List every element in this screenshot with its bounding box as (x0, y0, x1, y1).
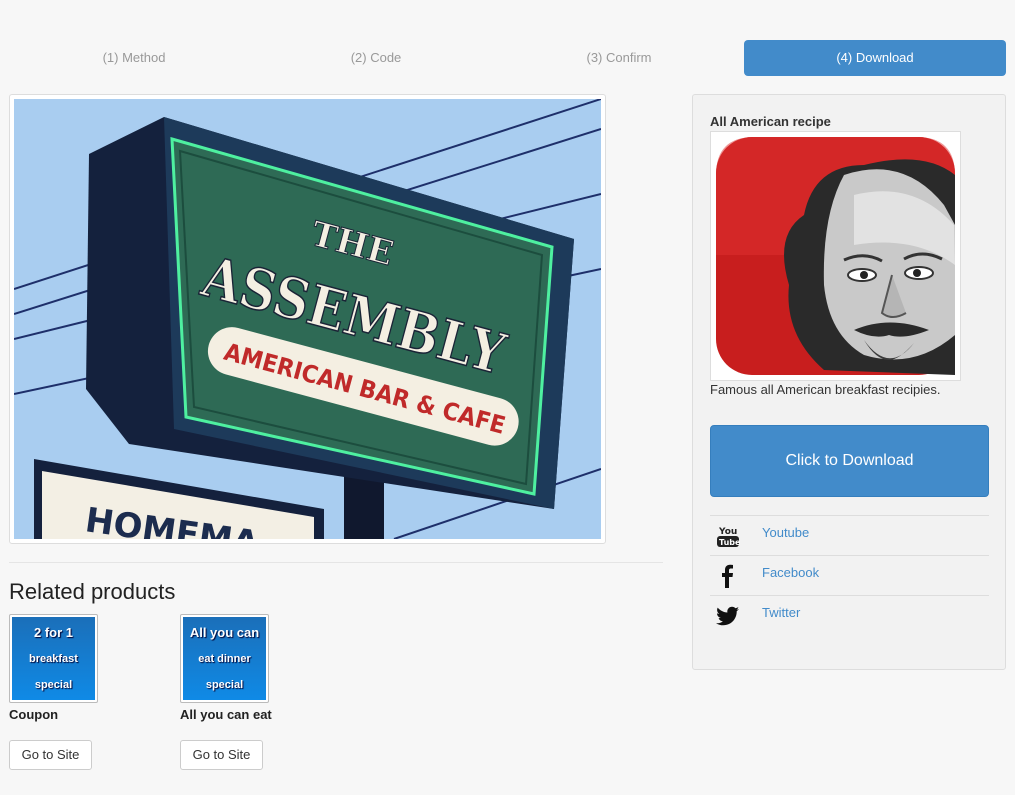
sign-photo: HOMEMA THE ASSEMBLY AMERICAN BAR & CAFE (14, 99, 601, 539)
facebook-icon (722, 564, 733, 588)
recipe-description: Famous all American breakfast recipies. (710, 382, 941, 397)
thumb-line: eat dinner (198, 652, 251, 665)
recipe-image (710, 131, 961, 381)
social-link-twitter[interactable]: Twitter (710, 595, 989, 635)
social-label[interactable]: Facebook (762, 565, 819, 580)
product-name: All you can eat (180, 707, 272, 722)
social-label[interactable]: Youtube (762, 525, 809, 540)
social-link-youtube[interactable]: You Tube Youtube (710, 515, 989, 555)
product-thumbnail[interactable]: All you can eat dinner special (180, 614, 269, 703)
related-products-heading: Related products (9, 579, 176, 604)
step-download[interactable]: (4) Download (744, 40, 1006, 76)
click-to-download-button[interactable]: Click to Download (710, 425, 989, 497)
product-name: Coupon (9, 707, 59, 722)
step-method[interactable]: (1) Method (60, 40, 208, 76)
step-confirm[interactable]: (3) Confirm (545, 40, 693, 76)
thumb-line: special (205, 678, 244, 691)
thumb-line: 2 for 1 (33, 624, 73, 640)
section-divider (9, 562, 663, 563)
shakespeare-portrait (716, 137, 955, 375)
twitter-icon (716, 606, 739, 626)
go-to-site-button[interactable]: Go to Site (9, 740, 92, 770)
go-to-site-button[interactable]: Go to Site (180, 740, 263, 770)
download-sidebar: All American recipe Famous all American … (692, 94, 1006, 670)
social-link-facebook[interactable]: Facebook (710, 555, 989, 595)
svg-text:You: You (718, 527, 737, 537)
step-code[interactable]: (2) Code (302, 40, 450, 76)
product-thumbnail[interactable]: 2 for 1 breakfast special (9, 614, 98, 703)
recipe-title: All American recipe (710, 114, 831, 129)
youtube-icon: You Tube (717, 527, 740, 547)
thumb-line: breakfast (29, 652, 78, 665)
main-product-image: HOMEMA THE ASSEMBLY AMERICAN BAR & CAFE (9, 94, 606, 544)
related-product-all-you-can-eat: All you can eat dinner special All you c… (180, 614, 272, 770)
social-label[interactable]: Twitter (762, 605, 800, 620)
wizard-steps: (1) Method (2) Code (3) Confirm (4) Down… (0, 40, 1015, 76)
related-product-coupon: 2 for 1 breakfast special Coupon Go to S… (9, 614, 98, 770)
svg-text:Tube: Tube (719, 538, 740, 547)
thumb-line: All you can (189, 624, 260, 640)
thumb-line: special (34, 678, 73, 691)
